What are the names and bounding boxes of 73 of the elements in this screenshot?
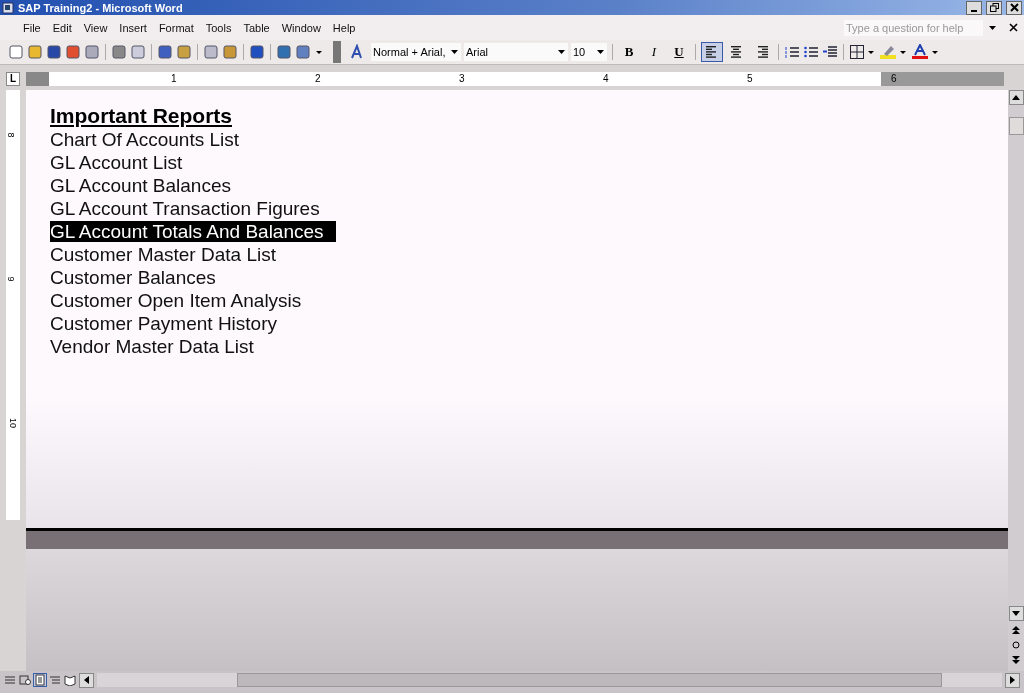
document-heading: Important Reports: [50, 104, 233, 128]
ruler-number: 2: [315, 72, 321, 86]
ruler-number: 9: [5, 276, 16, 282]
reading-layout-icon[interactable]: [64, 674, 76, 686]
window-title: SAP Training2 - Microsoft Word: [18, 1, 183, 14]
web-layout-icon[interactable]: [19, 674, 31, 686]
scroll-thumb[interactable]: [237, 673, 942, 687]
scroll-thumb[interactable]: [1008, 117, 1024, 135]
ruler-number: 10: [8, 418, 18, 428]
close-icon: [1009, 3, 1019, 12]
font-dropdown[interactable]: Arial: [464, 43, 568, 61]
document-line: Chart Of Accounts List: [50, 129, 241, 150]
scroll-left-button[interactable]: [79, 672, 94, 688]
print-layout-icon[interactable]: [34, 674, 46, 686]
scroll-up-button[interactable]: [1008, 90, 1024, 105]
document-line: Customer Balances: [50, 267, 217, 288]
ruler-number: 4: [603, 72, 609, 86]
style-dropdown[interactable]: Normal + Arial,: [371, 43, 461, 61]
menu-item[interactable]: Edit: [46, 21, 78, 34]
menu-item[interactable]: Insert: [113, 21, 153, 34]
document-line: Customer Open Item Analysis: [50, 290, 303, 311]
caret-icon: [558, 49, 566, 55]
document-line: GL Account List: [50, 152, 184, 173]
menu-item[interactable]: File: [17, 21, 47, 34]
caret-icon: [451, 49, 459, 55]
document-line: Customer Master Data List: [50, 244, 277, 265]
toolbar-grip[interactable]: [333, 41, 341, 63]
ruler-number: 3: [459, 72, 465, 86]
previous-page-icon[interactable]: [1012, 625, 1020, 635]
minimize-icon: [971, 9, 977, 12]
menu-item[interactable]: Table: [237, 21, 276, 34]
restore-button[interactable]: [986, 0, 1002, 15]
scroll-right-button[interactable]: [1005, 672, 1020, 688]
browse-object-icon[interactable]: [1012, 641, 1020, 649]
font-color-icon[interactable]: [911, 44, 929, 60]
document-line: Customer Payment History: [50, 313, 278, 334]
numbered-list-icon[interactable]: [784, 44, 800, 60]
left-arrow-icon: [84, 676, 89, 684]
ruler-number: 8: [5, 132, 16, 138]
help-search-field[interactable]: Type a question for help: [844, 19, 983, 36]
down-arrow-icon: [1012, 611, 1020, 616]
scroll-down-button[interactable]: [1008, 606, 1024, 621]
document-line: GL Account Balances: [50, 175, 232, 196]
bold-button[interactable]: B: [618, 42, 640, 62]
menu-item[interactable]: Format: [152, 21, 200, 34]
menu-item[interactable]: Help: [326, 21, 362, 34]
underline-button[interactable]: U: [668, 42, 690, 62]
italic-button[interactable]: I: [643, 42, 665, 62]
menu-item[interactable]: View: [77, 21, 114, 34]
bulleted-list-icon[interactable]: [803, 44, 819, 60]
indent-icon[interactable]: [822, 44, 838, 60]
document-line: GL Account Transaction Figures: [50, 198, 321, 219]
close-icon[interactable]: [1009, 23, 1018, 32]
align-left-button[interactable]: [701, 42, 723, 62]
up-arrow-icon: [1012, 95, 1020, 100]
next-page-icon[interactable]: [1012, 655, 1020, 665]
document-line: Vendor Master Data List: [50, 336, 255, 357]
caret-icon: [597, 49, 605, 55]
right-arrow-icon: [1010, 676, 1015, 684]
ruler-number: 1: [171, 72, 177, 86]
dropdown-arrow-icon[interactable]: [989, 24, 997, 31]
ruler-number: 6: [891, 72, 897, 86]
ruler-number: 5: [747, 72, 753, 86]
border-icon[interactable]: [849, 44, 865, 60]
close-button[interactable]: [1006, 0, 1022, 15]
restore-icon: [989, 3, 999, 12]
tab-selector[interactable]: L: [6, 72, 20, 86]
vertical-scrollbar[interactable]: [1008, 90, 1024, 671]
menu-item[interactable]: Tools: [199, 21, 238, 34]
menu-item[interactable]: Window: [275, 21, 327, 34]
font-size-dropdown[interactable]: 10: [571, 43, 607, 61]
horizontal-scrollbar[interactable]: [97, 673, 1002, 687]
minimize-button[interactable]: [966, 0, 982, 15]
